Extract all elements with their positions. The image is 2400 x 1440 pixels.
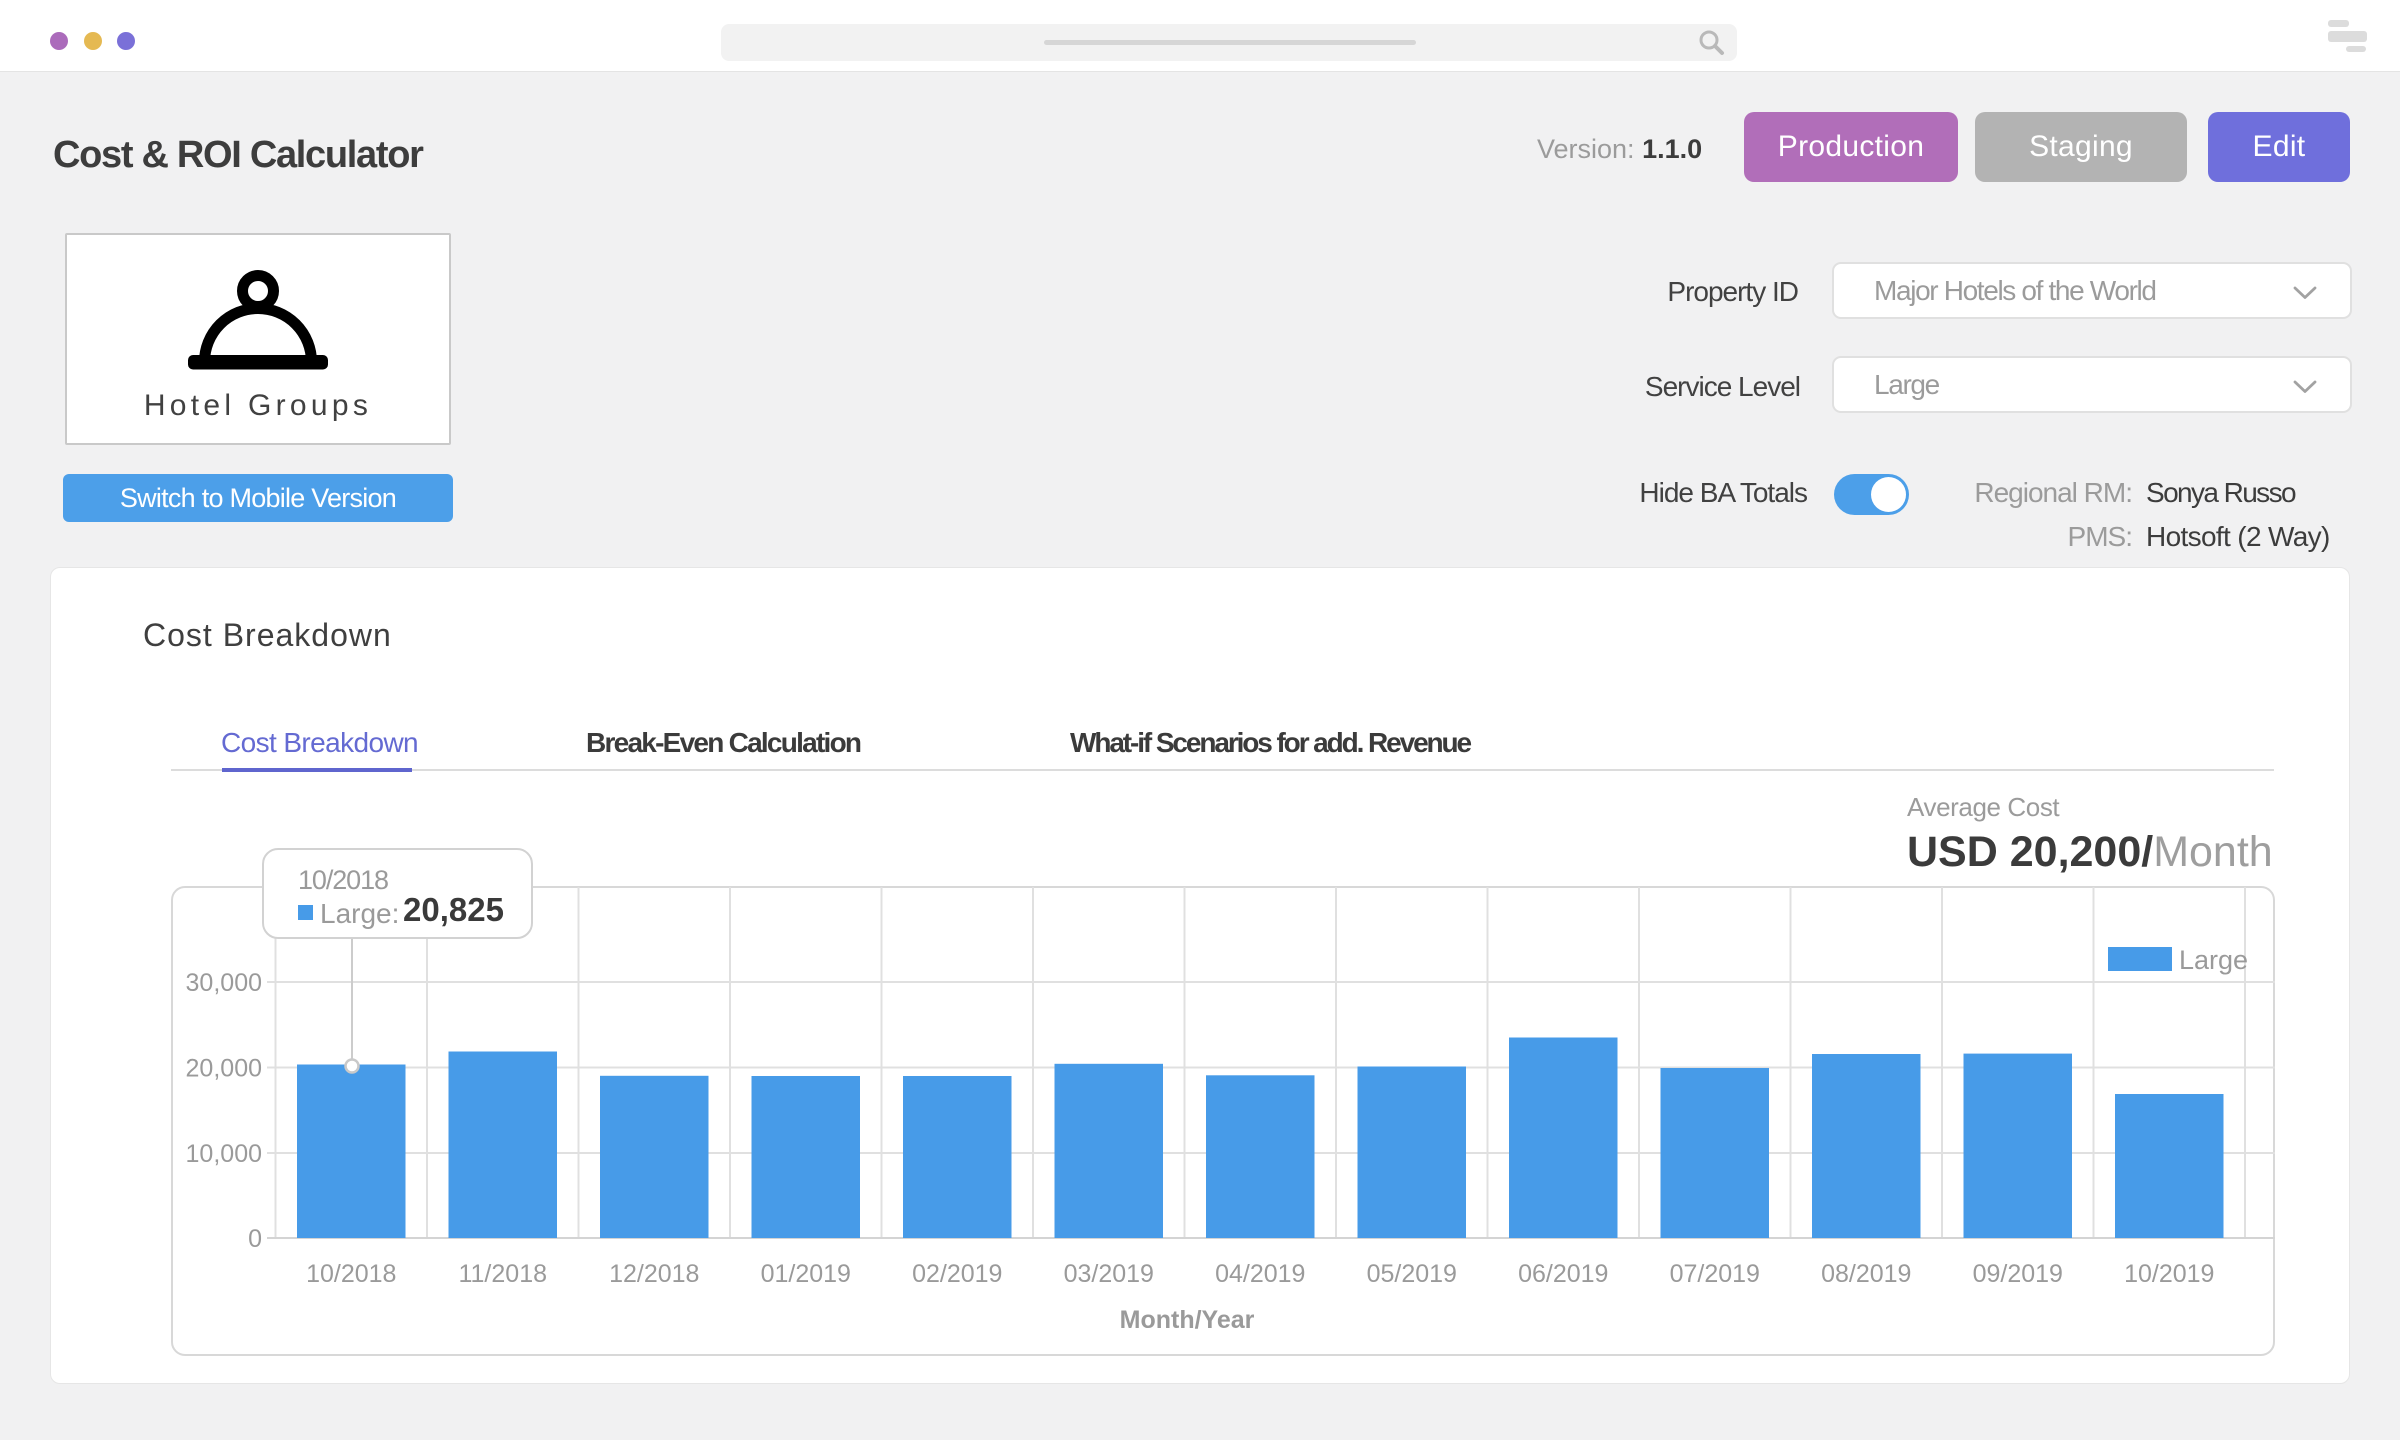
svg-text:08/2019: 08/2019: [1821, 1260, 1911, 1288]
svg-text:10,000: 10,000: [186, 1140, 262, 1168]
svg-text:10/2018: 10/2018: [306, 1260, 396, 1288]
svg-text:20,000: 20,000: [186, 1055, 262, 1083]
svg-text:12/2018: 12/2018: [609, 1260, 699, 1288]
svg-text:30,000: 30,000: [186, 969, 262, 997]
svg-text:03/2019: 03/2019: [1064, 1260, 1154, 1288]
svg-text:02/2019: 02/2019: [912, 1260, 1002, 1288]
svg-text:06/2019: 06/2019: [1518, 1260, 1608, 1288]
svg-text:07/2019: 07/2019: [1670, 1260, 1760, 1288]
svg-text:09/2019: 09/2019: [1973, 1260, 2063, 1288]
svg-text:01/2019: 01/2019: [761, 1260, 851, 1288]
svg-text:05/2019: 05/2019: [1367, 1260, 1457, 1288]
svg-text:04/2019: 04/2019: [1215, 1260, 1305, 1288]
svg-text:0: 0: [248, 1225, 262, 1253]
svg-text:11/2018: 11/2018: [458, 1260, 547, 1288]
svg-text:Month/Year: Month/Year: [1120, 1306, 1255, 1334]
svg-text:10/2019: 10/2019: [2124, 1260, 2214, 1288]
